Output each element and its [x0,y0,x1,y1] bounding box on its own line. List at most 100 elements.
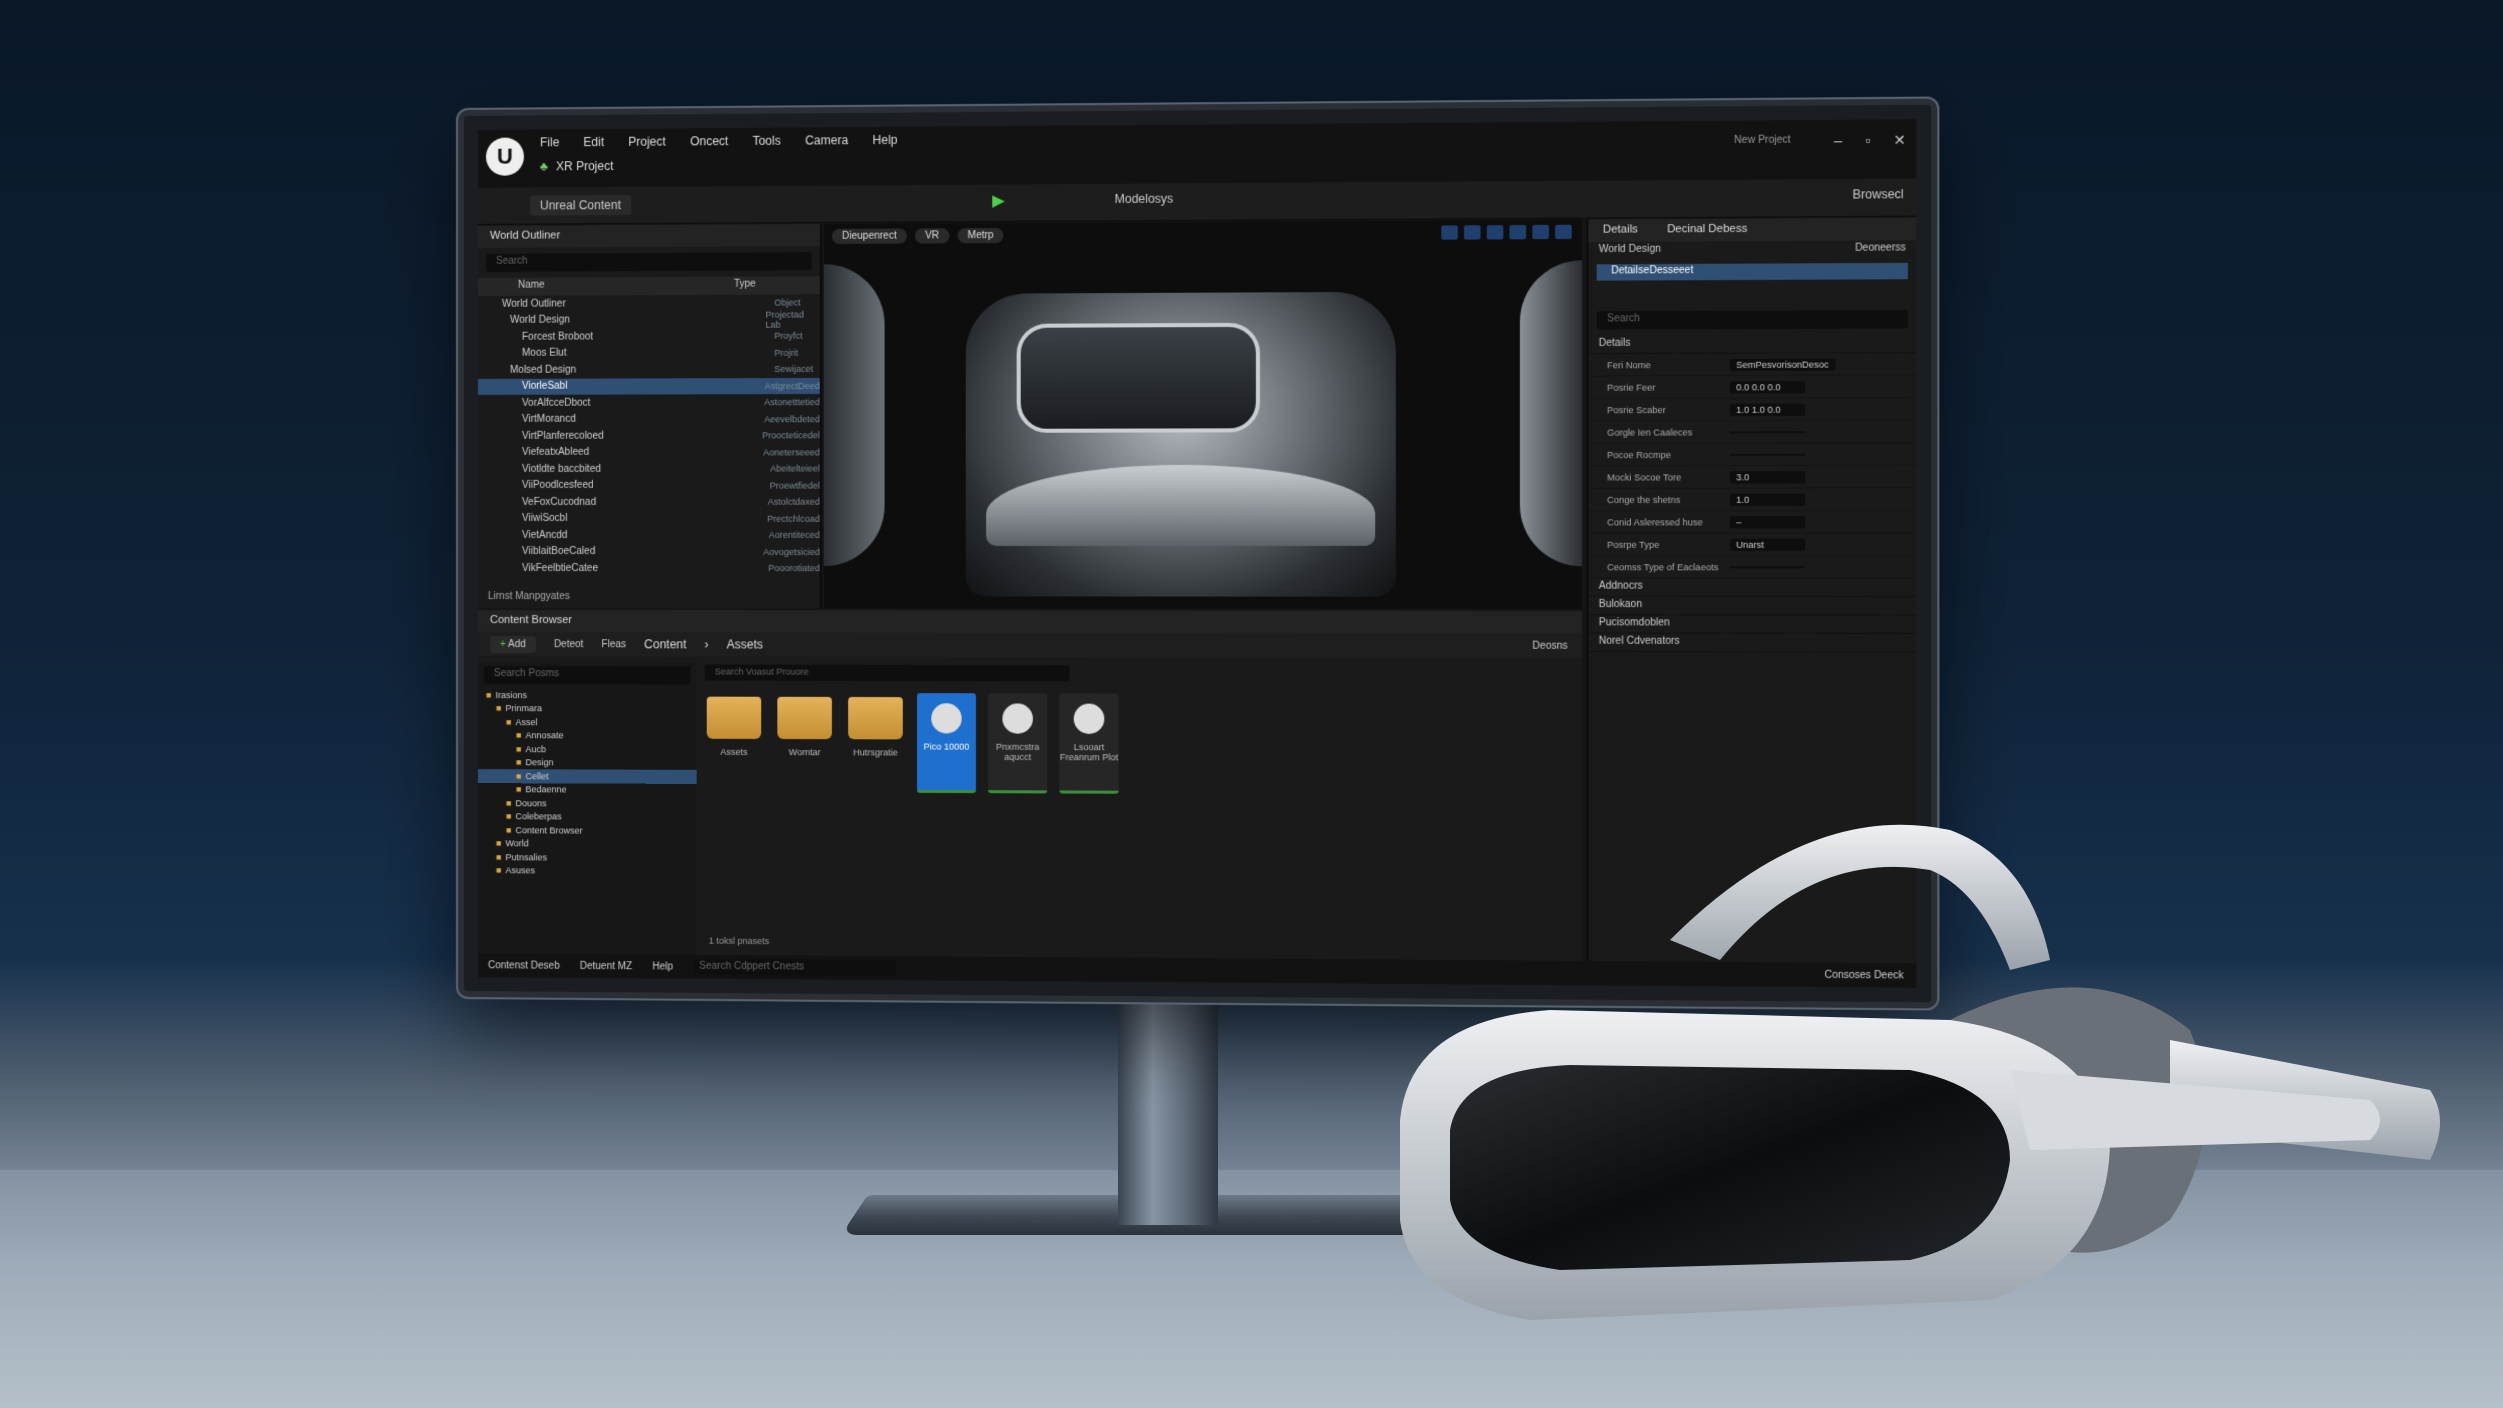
rotate-icon[interactable] [1464,225,1481,240]
outliner-row[interactable]: VorAlfcceDboct Astonetttetied [478,394,820,411]
outliner-row[interactable]: ViiPoodlcesfeed Proewtfiedel [478,477,820,494]
folder-tree-row[interactable]: ■ Aucb [478,742,697,756]
content-browser-tab[interactable]: Content Browser [477,610,1583,634]
property-value-field[interactable]: SemPesvorisonDesoc [1729,357,1836,371]
tab-second[interactable]: Decinal Debess [1652,219,1762,242]
details-collapsed-section[interactable]: Norel Cdvenators [1588,633,1917,653]
outliner-row[interactable]: VirtMorancd Aeevelbdeted [478,411,820,428]
close-button[interactable]: ✕ [1893,132,1905,150]
folder-tree-row[interactable]: ■ Coleberpas [478,810,697,825]
grid-icon[interactable] [1532,224,1549,240]
asset-tile[interactable]: Pico 10000 [917,693,976,794]
tab-details[interactable]: Details [1588,219,1652,242]
outliner-row[interactable]: VirtPlanferecoloed Proocteticedel [478,427,820,444]
details-collapsed-section[interactable]: Pucisomdoblen [1588,615,1917,634]
menu-object[interactable]: Oncect [690,134,728,148]
move-icon[interactable] [1441,225,1458,240]
viewport-metric-button[interactable]: Metrp [957,227,1004,243]
menu-tools[interactable]: Tools [753,134,781,148]
property-value-field[interactable]: 0.0 0.0 0.0 [1729,380,1806,394]
menu-project[interactable]: Project [628,134,666,148]
viewport-vr-button[interactable]: VR [914,227,950,244]
world-outliner-tab[interactable]: World Outliner [477,223,820,248]
detect-button[interactable]: Deteot [554,639,584,650]
modes-dropdown[interactable]: Modelosys [1115,192,1174,207]
property-value-field[interactable]: Unarst [1729,538,1806,551]
folder-tree-row[interactable]: ■ Prinmara [478,702,697,716]
content-drawer-button[interactable]: Contenst Deseb [488,960,560,972]
property-row: Pocoe Rocmpe [1588,443,1917,467]
viewport-perspective-button[interactable]: Dieupenrect [831,227,907,244]
property-value-field[interactable]: 1.0 1.0 0.0 [1729,403,1806,416]
folder-tree-row[interactable]: ■ Cellet [477,769,697,784]
outliner-row[interactable]: Forcest Broboot Proyfct [478,328,820,346]
minimize-button[interactable]: – [1834,132,1842,149]
folder-tree-row[interactable]: ■ Bedaenne [478,783,697,797]
folder-tree-row[interactable]: ■ World [478,837,697,852]
asset-tile[interactable]: Pnxmcstra aqucct [988,693,1048,794]
help-button[interactable]: Help [652,961,673,972]
menu-help[interactable]: Help [873,133,898,147]
property-value-field[interactable]: 3.0 [1729,470,1806,483]
folder-tree-row[interactable]: ■ Content Browser [478,823,697,838]
outliner-row[interactable]: Viotldte baccbited Abeitelteieel [478,460,820,477]
menu-file[interactable]: File [540,135,559,149]
outliner-search-input[interactable]: Search [485,252,812,272]
details-collapsed-section[interactable]: Addnocrs [1588,578,1917,598]
property-value-field[interactable] [1729,453,1806,456]
outliner-row[interactable]: ViiwiSocbl Prectchlcoad [478,510,820,527]
folder-tree-row[interactable]: ■ Irasions [478,688,697,702]
outliner-row[interactable]: Molsed Design Sewijacet [478,361,820,379]
folder-tree-row[interactable]: ■ Asuses [478,864,697,879]
property-value-field[interactable] [1729,430,1806,433]
column-name[interactable]: Name [518,279,734,296]
add-button[interactable]: + Add [489,635,536,653]
details-section-header[interactable]: Details [1588,334,1917,355]
folder-tree-row[interactable]: ■ Putnsalies [478,850,697,865]
maximize-button[interactable]: ▫ [1865,132,1870,149]
level-viewport[interactable]: Dieupenrect VR Metrp [823,219,1583,610]
outliner-row[interactable]: VeFoxCucodnad Astolctdaxed [478,494,820,511]
details-actor-button[interactable]: Deoneerss [1855,242,1906,261]
outliner-row[interactable]: Moos Elut Projrit [478,344,820,362]
filters-button[interactable]: Fleas [602,639,627,650]
content-dropdown[interactable]: Unreal Content [529,194,632,216]
asset-search-input[interactable]: Search Voasut Prouore [704,664,1070,682]
folder-tree-row[interactable]: ■ Design [478,756,697,770]
folder-tile[interactable]: Womtar [775,693,834,790]
outliner-row[interactable]: ViefeatxAbleed Aoneterseeed [478,444,820,461]
output-log-button[interactable]: Detuent MZ [580,960,632,971]
folder-tree-row[interactable]: ■ Douons [478,796,697,810]
camera-speed-icon[interactable] [1555,224,1572,240]
outliner-row-type: AstgrectDeed [764,380,820,391]
details-search-input[interactable]: Search [1596,309,1908,330]
folder-tree-row[interactable]: ■ Assel [478,715,697,729]
folder-tile[interactable]: Assets [705,693,763,790]
console-command-input[interactable]: Search Cdppert Cnests [693,958,896,977]
outliner-row[interactable]: World Design Projectad Lab [478,309,820,329]
folder-search-input[interactable]: Search Posms [483,666,691,685]
outliner-row[interactable]: VietAncdd Aorentiteced [478,527,820,544]
play-icon[interactable]: ▶ [992,191,1005,211]
folder-tile[interactable]: Hutrsgratie [846,693,905,790]
asset-tile[interactable]: Lsooart Freanrum Plot [1059,693,1119,794]
settings-dropdown[interactable]: Browsecl [1853,187,1904,202]
menu-camera[interactable]: Camera [805,133,848,147]
snap-icon[interactable] [1509,224,1527,240]
outliner-row[interactable]: VikFeelbtieCatee Pooorotiated [478,560,820,577]
outliner-row[interactable]: ViiblaitBoeCaled Aovogetsicied [478,543,820,560]
details-collapsed-section[interactable]: Bulokaon [1588,596,1917,616]
content-settings-button[interactable]: Deosns [1532,640,1567,651]
path-content[interactable]: Content [644,637,686,651]
scale-icon[interactable] [1486,225,1504,240]
folder-tree-row[interactable]: ■ Annosate [478,729,697,743]
column-type[interactable]: Type [734,279,756,295]
project-tab[interactable]: ♣ XR Project [540,159,613,174]
details-selected-component[interactable]: DetaiIseDesseeet [1596,262,1908,281]
property-value-field[interactable]: – [1729,515,1806,528]
menu-edit[interactable]: Edit [583,135,604,149]
property-value-field[interactable] [1729,565,1806,568]
property-value-field[interactable]: 1.0 [1729,493,1806,506]
path-assets[interactable]: Assets [727,637,763,651]
outliner-row[interactable]: ViorleSabl AstgrectDeed [477,377,820,395]
